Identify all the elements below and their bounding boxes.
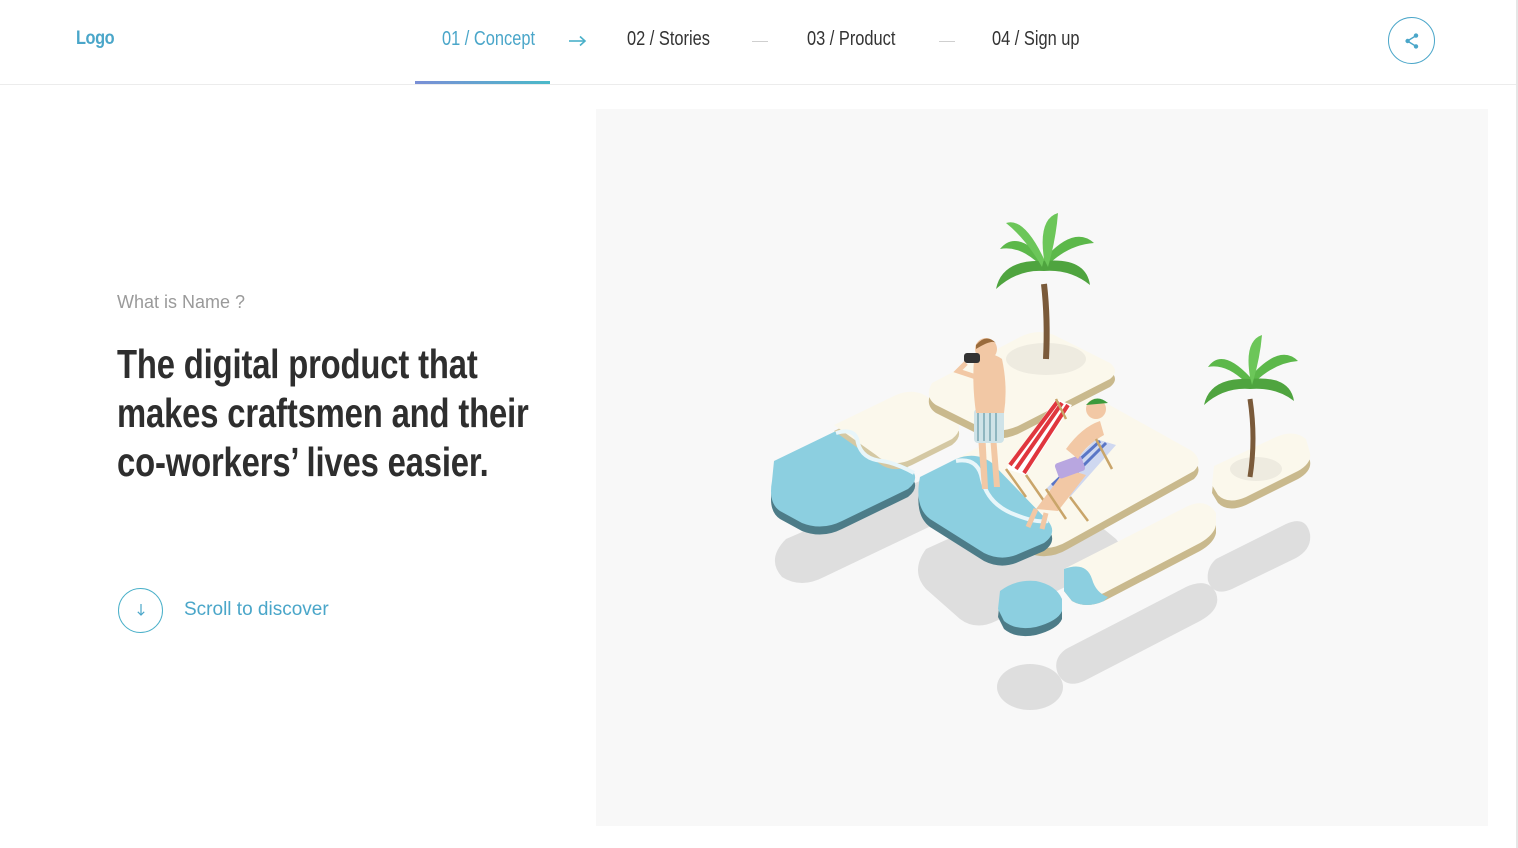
arrow-right-icon [569,35,587,47]
nav-item-concept[interactable]: 01 / Concept [442,28,535,51]
beach-illustration [771,213,1311,710]
step-navigation: 01 / Concept 02 / Stories 03 / Product 0… [0,0,1516,84]
right-small-island [1212,433,1311,509]
hero-headline: The digital product that makes craftsmen… [117,340,549,487]
scroll-to-discover-button[interactable]: Scroll to discover [118,587,329,633]
headline-line: co-workers’ lives easier. [117,439,489,485]
active-tab-indicator [415,81,550,84]
headline-line: makes craftsmen and their [117,390,529,436]
hero-illustration [596,109,1488,826]
arrow-down-icon [136,604,145,616]
share-button[interactable] [1388,17,1435,64]
nav-divider [752,41,768,42]
nav-item-sign-up[interactable]: 04 / Sign up [992,28,1080,51]
share-icon [1404,32,1418,49]
eyebrow-text: What is Name ? [117,292,246,312]
headline-line: The digital product that [117,341,478,387]
page: Logo 01 / Concept 02 / Stories 03 / Prod… [0,0,1518,848]
nav-item-product[interactable]: 03 / Product [807,28,895,51]
nav-item-stories[interactable]: 02 / Stories [627,28,710,51]
top-header: Logo 01 / Concept 02 / Stories 03 / Prod… [0,0,1516,85]
scroll-label: Scroll to discover [184,599,329,620]
small-pool [998,580,1062,637]
nav-divider [939,41,955,42]
scroll-circle[interactable] [118,587,163,633]
